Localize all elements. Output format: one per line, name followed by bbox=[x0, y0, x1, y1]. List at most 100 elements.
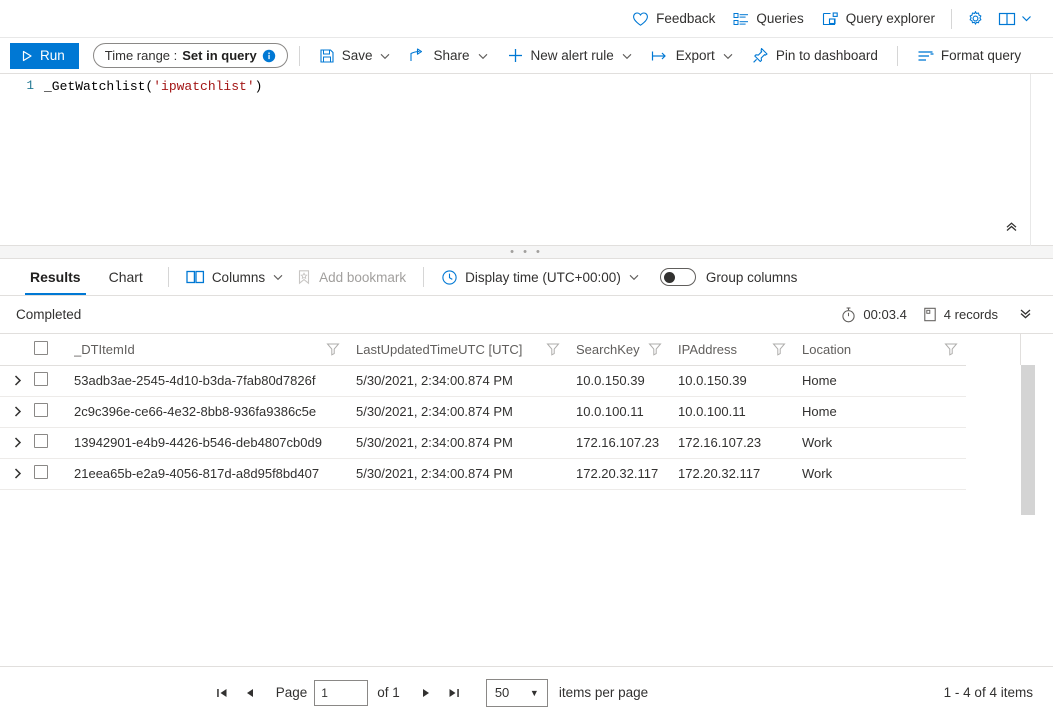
filter-icon[interactable] bbox=[546, 342, 560, 356]
page-of-label: of 1 bbox=[377, 685, 400, 700]
first-page-icon bbox=[215, 686, 229, 700]
double-chevron-down-icon bbox=[1018, 306, 1033, 321]
filter-icon[interactable] bbox=[648, 342, 662, 356]
export-arrow-icon bbox=[651, 49, 669, 63]
row-select-cell[interactable] bbox=[26, 427, 66, 458]
pane-splitter[interactable]: • • • bbox=[0, 246, 1053, 259]
time-range-picker[interactable]: Time range : Set in query bbox=[93, 43, 288, 68]
settings-button[interactable] bbox=[959, 4, 992, 34]
queries-list-icon bbox=[733, 11, 749, 27]
column-header-searchkey[interactable]: SearchKey bbox=[568, 334, 670, 365]
next-page-button[interactable] bbox=[412, 679, 440, 707]
info-icon[interactable] bbox=[262, 49, 276, 63]
results-grid: _DTItemId LastUpdatedTimeUTC [UTC] bbox=[0, 334, 1053, 656]
display-time-button[interactable]: Display time (UTC+00:00) bbox=[435, 263, 646, 291]
columns-button[interactable]: Columns bbox=[180, 263, 290, 291]
item-range-label: 1 - 4 of 4 items bbox=[944, 685, 1033, 700]
row-select-cell[interactable] bbox=[26, 396, 66, 427]
table-header-row: _DTItemId LastUpdatedTimeUTC [UTC] bbox=[0, 334, 966, 365]
line-number: 1 bbox=[0, 77, 44, 96]
page-size-select[interactable]: 50 bbox=[486, 679, 548, 707]
cell-ipaddress: 172.20.32.117 bbox=[670, 458, 794, 489]
expand-cell[interactable] bbox=[0, 458, 26, 489]
group-columns-label: Group columns bbox=[706, 270, 798, 285]
results-divider-2 bbox=[423, 267, 424, 287]
column-header-ipaddress[interactable]: IPAddress bbox=[670, 334, 794, 365]
pin-to-dashboard-button[interactable]: Pin to dashboard bbox=[744, 42, 886, 70]
queries-button[interactable]: Queries bbox=[724, 4, 812, 34]
save-label: Save bbox=[342, 48, 373, 63]
row-select-cell[interactable] bbox=[26, 458, 66, 489]
tab-chart-label: Chart bbox=[109, 269, 143, 285]
share-button[interactable]: Share bbox=[401, 42, 496, 70]
last-page-button[interactable] bbox=[440, 679, 468, 707]
tab-chart[interactable]: Chart bbox=[95, 259, 157, 295]
run-button[interactable]: Run bbox=[10, 43, 79, 69]
filter-icon[interactable] bbox=[326, 342, 340, 356]
last-page-icon bbox=[447, 686, 461, 700]
chevron-down-icon bbox=[379, 50, 391, 62]
pager: Page of 1 50 ▼ bbox=[168, 679, 648, 707]
toggle-knob bbox=[664, 272, 675, 283]
export-button[interactable]: Export bbox=[643, 42, 742, 70]
row-checkbox[interactable] bbox=[34, 465, 48, 479]
expand-column-header bbox=[0, 334, 26, 365]
expand-cell[interactable] bbox=[0, 365, 26, 396]
format-query-button[interactable]: Format query bbox=[909, 42, 1029, 70]
results-divider bbox=[168, 267, 169, 287]
results-toolbar: Results Chart Columns bbox=[0, 259, 1053, 296]
query-code[interactable]: _GetWatchlist('ipwatchlist') bbox=[44, 77, 262, 96]
row-checkbox[interactable] bbox=[34, 403, 48, 417]
group-columns-toggle[interactable] bbox=[660, 268, 696, 286]
row-checkbox[interactable] bbox=[34, 434, 48, 448]
chevron-right-icon[interactable] bbox=[8, 465, 26, 483]
columns-icon bbox=[186, 269, 205, 285]
select-all-checkbox[interactable] bbox=[34, 341, 48, 355]
columns-label: Columns bbox=[212, 270, 265, 285]
table-row[interactable]: 21eea65b-e2a9-4056-817d-a8d95f8bd407 5/3… bbox=[0, 458, 966, 489]
code-function-token: _GetWatchlist( bbox=[44, 79, 153, 94]
column-header-location[interactable]: Location bbox=[794, 334, 966, 365]
cell-dtitemid: 13942901-e4b9-4426-b546-deb4807cb0d9 bbox=[66, 427, 348, 458]
cell-dtitemid: 21eea65b-e2a9-4056-817d-a8d95f8bd407 bbox=[66, 458, 348, 489]
save-button[interactable]: Save bbox=[311, 42, 400, 70]
row-select-cell[interactable] bbox=[26, 365, 66, 396]
column-header-dtitemid[interactable]: _DTItemId bbox=[66, 334, 348, 365]
add-bookmark-button[interactable]: Add bookmark bbox=[290, 263, 412, 291]
query-editor[interactable]: 1 _GetWatchlist('ipwatchlist') bbox=[0, 74, 1053, 246]
expand-cell[interactable] bbox=[0, 396, 26, 427]
tab-results[interactable]: Results bbox=[16, 259, 95, 295]
pin-to-dashboard-label: Pin to dashboard bbox=[776, 48, 878, 63]
grid-vertical-scrollbar[interactable] bbox=[1021, 365, 1035, 515]
table-row[interactable]: 13942901-e4b9-4426-b546-deb4807cb0d9 5/3… bbox=[0, 427, 966, 458]
new-alert-rule-button[interactable]: New alert rule bbox=[499, 42, 641, 70]
table-row[interactable]: 2c9c396e-ce66-4e32-8bb8-936fa9386c5e 5/3… bbox=[0, 396, 966, 427]
queries-label: Queries bbox=[756, 11, 803, 26]
column-header-label: LastUpdatedTimeUTC [UTC] bbox=[356, 342, 522, 357]
expand-status-button[interactable] bbox=[1014, 303, 1037, 327]
expand-cell[interactable] bbox=[0, 427, 26, 458]
collapse-editor-button[interactable] bbox=[999, 215, 1023, 237]
chevron-down-icon bbox=[272, 271, 284, 283]
row-checkbox[interactable] bbox=[34, 372, 48, 386]
prev-page-button[interactable] bbox=[236, 679, 264, 707]
first-page-button[interactable] bbox=[208, 679, 236, 707]
query-explorer-button[interactable]: Query explorer bbox=[813, 4, 944, 34]
feedback-button[interactable]: Feedback bbox=[623, 4, 724, 34]
filter-icon[interactable] bbox=[772, 342, 786, 356]
record-count: 4 records bbox=[923, 307, 998, 322]
cell-lastupdated: 5/30/2021, 2:34:00.874 PM bbox=[348, 458, 568, 489]
column-header-lastupdated[interactable]: LastUpdatedTimeUTC [UTC] bbox=[348, 334, 568, 365]
run-label: Run bbox=[40, 48, 65, 63]
cell-ipaddress: 10.0.150.39 bbox=[670, 365, 794, 396]
chevron-right-icon[interactable] bbox=[8, 434, 26, 452]
help-book-button[interactable] bbox=[992, 4, 1039, 34]
chevron-right-icon[interactable] bbox=[8, 372, 26, 390]
cell-location: Home bbox=[794, 396, 966, 427]
query-duration: 00:03.4 bbox=[841, 307, 906, 323]
filter-icon[interactable] bbox=[944, 342, 958, 356]
chevron-right-icon[interactable] bbox=[8, 403, 26, 421]
table-row[interactable]: 53adb3ae-2545-4d10-b3da-7fab80d7826f 5/3… bbox=[0, 365, 966, 396]
cell-lastupdated: 5/30/2021, 2:34:00.874 PM bbox=[348, 365, 568, 396]
page-number-input[interactable] bbox=[314, 680, 368, 706]
